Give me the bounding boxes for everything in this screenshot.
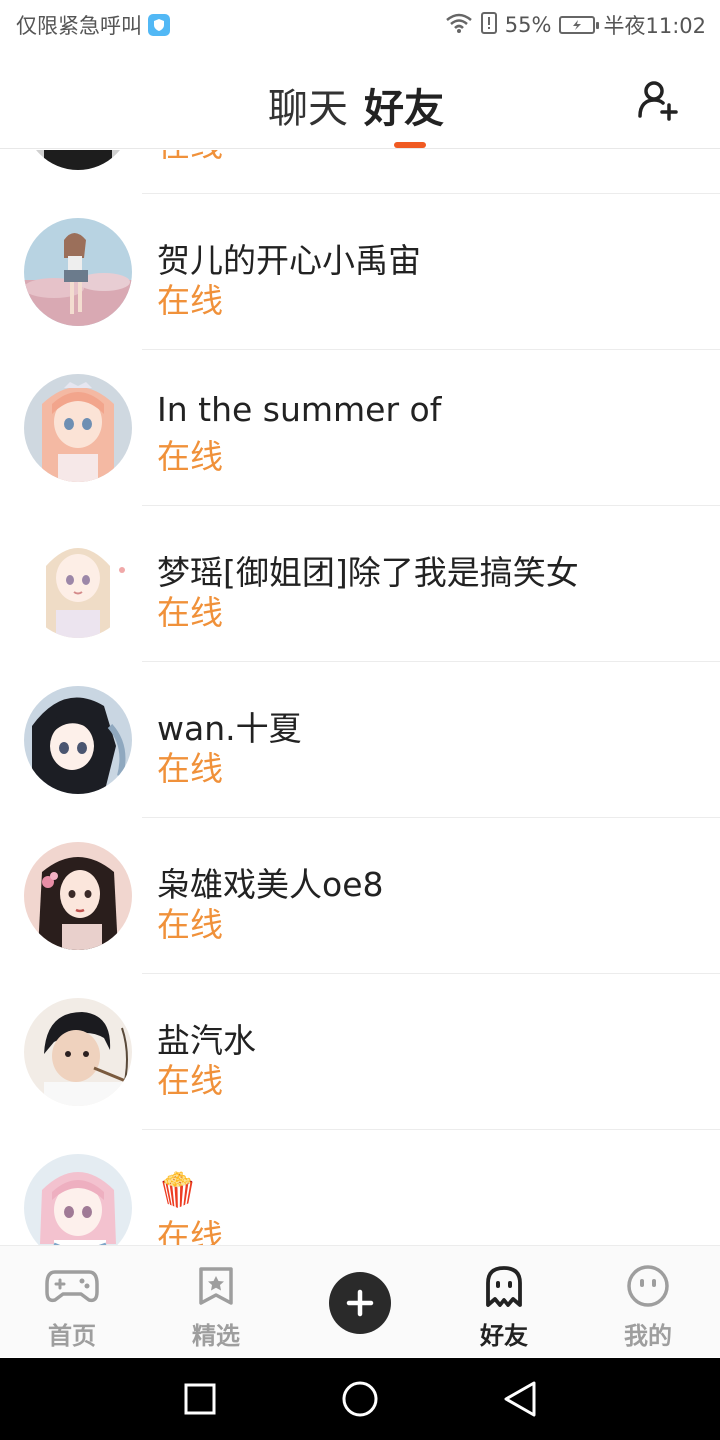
tab-friends[interactable]: 好友 (364, 76, 444, 134)
plus-icon (346, 1289, 374, 1317)
shield-icon (148, 14, 170, 36)
friend-row[interactable]: 盐汽水 在线 (0, 974, 720, 1130)
friend-name: 🍿 (157, 1170, 199, 1209)
star-bookmark-icon (188, 1264, 244, 1308)
status-bar-left: 仅限紧急呼叫 (16, 10, 170, 40)
friend-row[interactable]: 贺儿的开心小禹宙 在线 (0, 194, 720, 350)
avatar (24, 218, 132, 326)
nav-friends-label: 好友 (480, 1316, 528, 1359)
friend-row[interactable]: 枭雄戏美人oe8 在线 (0, 818, 720, 974)
friends-list[interactable]: 在线 贺儿的开心小禹宙 在线 In the summer of 在线 梦瑶[御姐… (0, 150, 720, 1245)
active-tab-indicator (394, 142, 426, 148)
carrier-text: 仅限紧急呼叫 (16, 14, 142, 38)
friend-row[interactable]: 在线 (0, 150, 720, 194)
nav-featured[interactable]: 精选 (144, 1246, 288, 1358)
home-circle-icon[interactable] (342, 1381, 378, 1417)
wifi-icon (445, 12, 473, 39)
add-user-icon (638, 81, 678, 121)
battery-percent: 55% (504, 13, 552, 37)
nav-home-label: 首页 (48, 1322, 96, 1350)
create-button[interactable] (329, 1272, 391, 1334)
avatar (24, 686, 132, 794)
friend-row[interactable]: In the summer of 在线 (0, 350, 720, 506)
recents-icon[interactable] (184, 1383, 216, 1415)
bottom-nav: 首页 精选 好友 我的 (0, 1245, 720, 1359)
nav-friends[interactable]: 好友 (432, 1246, 576, 1359)
nav-friends-label-text: 好友 (480, 1322, 528, 1350)
friend-status: 在线 (157, 281, 223, 320)
friend-status: 在线 (157, 1217, 223, 1245)
clock: 半夜11:02 (603, 14, 706, 38)
avatar (24, 842, 132, 950)
add-friend-button[interactable] (636, 78, 680, 122)
friend-status: 在线 (157, 150, 223, 166)
avatar (24, 530, 132, 638)
avatar (24, 1154, 132, 1245)
friend-name: In the summer of (157, 390, 442, 429)
nav-featured-label: 精选 (192, 1322, 240, 1350)
avatar (24, 374, 132, 482)
battery-icon (559, 16, 600, 34)
status-bar-right: 55% 半夜11:02 (445, 10, 706, 40)
friend-status: 在线 (157, 749, 223, 788)
back-triangle-icon[interactable] (504, 1381, 536, 1417)
status-bar: 仅限紧急呼叫 55% 半夜11:02 (0, 0, 720, 50)
avatar (24, 998, 132, 1106)
nav-profile-label: 我的 (624, 1322, 672, 1350)
header: 聊天 好友 (0, 50, 720, 149)
sim-alert-icon (480, 11, 497, 39)
smiley-icon (620, 1264, 676, 1308)
avatar (24, 150, 132, 170)
tab-chat[interactable]: 聊天 (268, 76, 348, 134)
system-nav-bar (0, 1358, 720, 1440)
nav-profile[interactable]: 我的 (576, 1246, 720, 1358)
ghost-icon (476, 1264, 532, 1308)
friend-row[interactable]: 梦瑶[御姐团]除了我是搞笑女 在线 (0, 506, 720, 662)
friend-row[interactable]: wan.十夏 在线 (0, 662, 720, 818)
nav-home[interactable]: 首页 (0, 1246, 144, 1358)
gamepad-icon (44, 1264, 100, 1308)
friend-status: 在线 (157, 437, 223, 476)
friend-status: 在线 (157, 593, 223, 632)
friend-status: 在线 (157, 905, 223, 944)
friend-row[interactable]: 🍿 在线 (0, 1130, 720, 1245)
friend-status: 在线 (157, 1061, 223, 1100)
